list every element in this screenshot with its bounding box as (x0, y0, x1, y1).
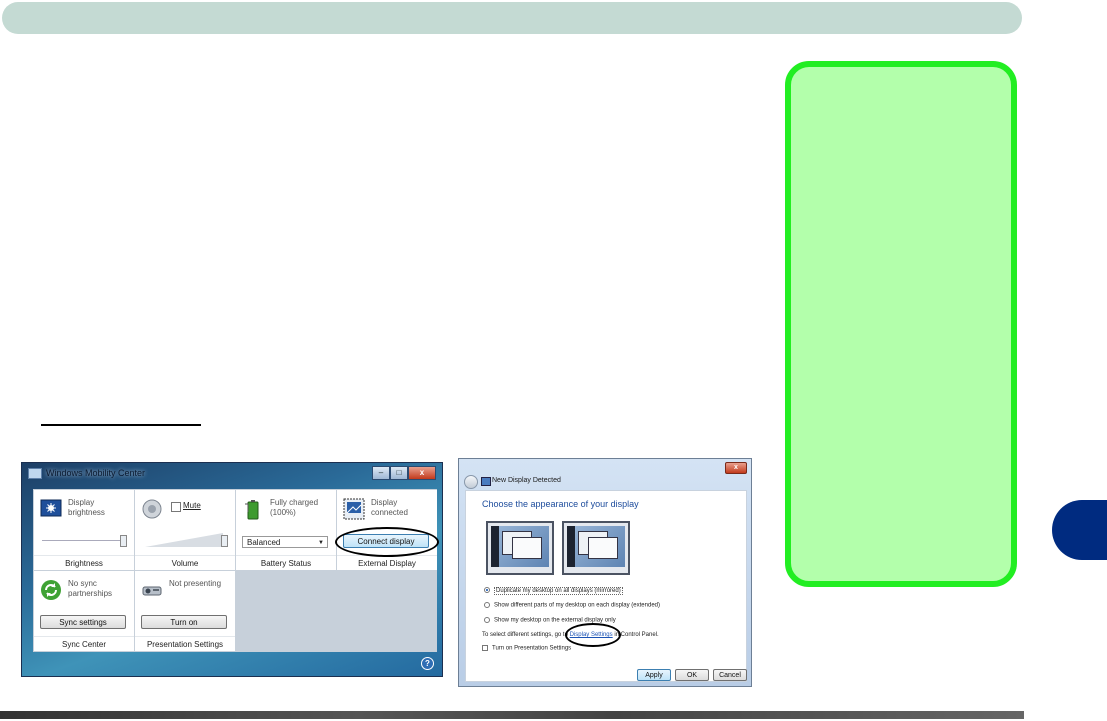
brightness-label: Brightness (34, 555, 134, 568)
sync-settings-button[interactable]: Sync settings (40, 615, 126, 629)
radio-external-only[interactable] (484, 617, 490, 623)
brightness-icon (40, 499, 62, 517)
header-bar (2, 2, 1022, 34)
presentation-checkbox[interactable] (482, 645, 488, 651)
brightness-slider-track[interactable] (42, 540, 126, 541)
tile-sync-center: No sync partnerships Sync settings Sync … (34, 571, 134, 651)
tile-battery: Fully charged (100%) Balanced ▼ Battery … (236, 490, 336, 570)
option-extended[interactable]: Show different parts of my desktop on ea… (484, 602, 660, 609)
sync-label: Sync Center (34, 636, 134, 649)
projector-icon (142, 586, 162, 596)
option-extended-label: Show different parts of my desktop on ea… (494, 602, 660, 609)
power-plan-select[interactable]: Balanced ▼ (242, 536, 328, 548)
external-monitor-icon (562, 521, 630, 575)
volume-label: Volume (135, 555, 235, 568)
brightness-slider-thumb[interactable] (120, 535, 127, 547)
presentation-text: Not presenting (169, 579, 222, 588)
mobility-tiles: Display brightness Brightness Mute Volum… (33, 489, 437, 652)
presentation-checkbox-label: Turn on Presentation Settings (492, 645, 572, 652)
mobility-center-window: Windows Mobility Center – □ x Display br… (21, 462, 443, 677)
chevron-down-icon: ▼ (318, 540, 324, 546)
chapter-tab (1052, 500, 1107, 560)
footer-bar (0, 711, 1024, 719)
tile-presentation: Not presenting Turn on Presentation Sett… (135, 571, 235, 651)
settings-prefix: To select different settings, go to (482, 632, 568, 638)
battery-icon (245, 500, 259, 520)
cancel-button[interactable]: Cancel (713, 669, 747, 681)
speaker-icon (142, 499, 162, 519)
ok-button[interactable]: OK (675, 669, 709, 681)
radio-mirrored[interactable] (484, 587, 490, 593)
radio-extended[interactable] (484, 602, 490, 608)
power-plan-value: Balanced (247, 538, 281, 547)
window-controls: – □ x (372, 466, 436, 480)
battery-label: Battery Status (236, 555, 336, 568)
option-mirrored[interactable]: Duplicate my desktop on all displays (mi… (484, 586, 623, 595)
sync-icon (41, 580, 61, 600)
turn-on-button[interactable]: Turn on (141, 615, 227, 629)
empty-tile (236, 571, 336, 651)
dialog-body: Choose the appearance of your display Du… (465, 490, 747, 682)
presentation-option[interactable]: Turn on Presentation Settings (482, 645, 571, 652)
empty-tile (337, 571, 437, 651)
tile-volume: Mute Volume (135, 490, 235, 570)
brightness-text: Display brightness (68, 498, 105, 517)
new-display-dialog: x New Display Detected Choose the appear… (458, 458, 752, 687)
mute-checkbox[interactable] (171, 502, 181, 512)
mute-label[interactable]: Mute (183, 501, 201, 510)
maximize-button[interactable]: □ (390, 466, 408, 480)
dialog-close-button[interactable]: x (725, 462, 747, 474)
dialog-heading: Choose the appearance of your display (482, 499, 639, 509)
back-icon[interactable] (464, 475, 478, 489)
primary-monitor-icon (486, 521, 554, 575)
underline-rule (41, 424, 201, 426)
sync-text: No sync partnerships (68, 579, 113, 598)
battery-text: Fully charged (100%) (270, 498, 319, 517)
connect-display-callout (335, 527, 439, 557)
close-button[interactable]: x (408, 466, 436, 480)
window-titlebar[interactable]: Windows Mobility Center – □ x (22, 463, 442, 485)
external-display-text: Display connected (371, 498, 408, 517)
display-settings-callout (565, 623, 621, 647)
dialog-title: New Display Detected (492, 477, 561, 484)
display-app-icon (481, 477, 491, 486)
note-box (785, 61, 1017, 587)
apply-button[interactable]: Apply (637, 669, 671, 681)
option-mirrored-label: Duplicate my desktop on all displays (mi… (494, 586, 623, 595)
volume-slider-thumb[interactable] (221, 535, 228, 547)
presentation-label: Presentation Settings (135, 636, 235, 649)
help-icon[interactable]: ? (421, 657, 434, 670)
window-title: Windows Mobility Center (46, 468, 146, 478)
minimize-button[interactable]: – (372, 466, 390, 480)
volume-slider-track[interactable] (145, 533, 223, 547)
external-display-icon (343, 498, 365, 520)
tile-brightness: Display brightness Brightness (34, 490, 134, 570)
mobility-center-icon (28, 468, 42, 479)
